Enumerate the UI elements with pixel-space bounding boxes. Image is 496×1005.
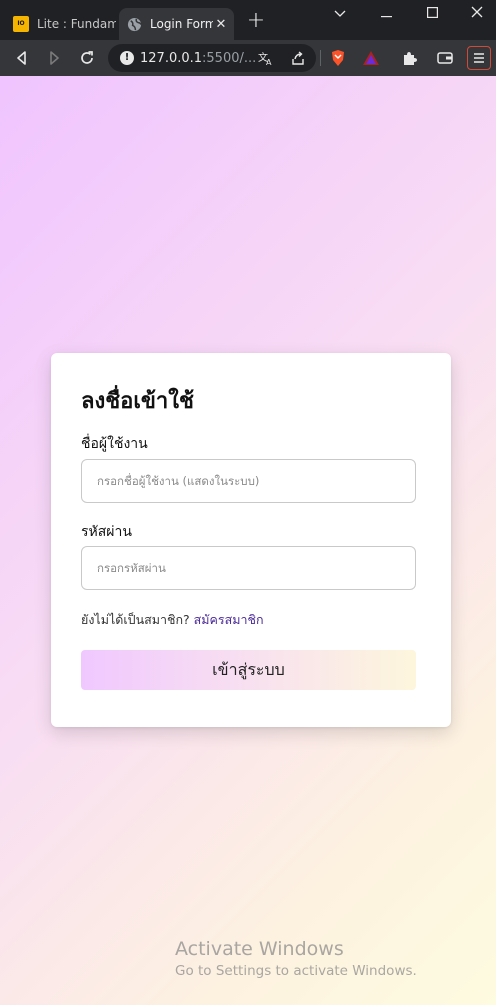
- tab-title: Lite : Fundame: [37, 17, 116, 31]
- forward-icon[interactable]: [42, 46, 66, 70]
- menu-icon[interactable]: [467, 46, 491, 70]
- globe-icon: [126, 16, 142, 32]
- toolbar-divider: [320, 50, 321, 66]
- address-bar[interactable]: ! 127.0.0.1:5500/...: [108, 44, 316, 72]
- svg-text:A: A: [266, 58, 272, 66]
- login-card: ลงชื่อเข้าใช้ ชื่อผู้ใช้งาน รหัสผ่าน ยัง…: [51, 353, 451, 727]
- login-submit-button[interactable]: เข้าสู่ระบบ: [81, 650, 416, 690]
- signup-row: ยังไม่ได้เป็นสมาชิก? สมัครสมาชิก: [81, 610, 264, 630]
- watermark-title: Activate Windows: [175, 938, 344, 960]
- site-logo-icon: IO: [13, 16, 29, 32]
- back-icon[interactable]: [10, 46, 34, 70]
- browser-toolbar: ! 127.0.0.1:5500/... 文A: [0, 40, 496, 76]
- signup-prompt: ยังไม่ได้เป็นสมาชิก?: [81, 612, 190, 627]
- maximize-icon[interactable]: [418, 4, 446, 26]
- new-tab-button[interactable]: +: [246, 10, 266, 32]
- browser-titlebar: IO Lite : Fundame Login Form ✕ +: [0, 0, 496, 40]
- translate-icon[interactable]: 文A: [254, 46, 278, 70]
- brave-rewards-icon[interactable]: [359, 46, 383, 70]
- password-label: รหัสผ่าน: [81, 524, 132, 540]
- login-title: ลงชื่อเข้าใช้: [81, 389, 194, 414]
- username-label: ชื่อผู้ใช้งาน: [81, 436, 148, 452]
- password-input[interactable]: [81, 546, 416, 590]
- signup-link[interactable]: สมัครสมาชิก: [194, 612, 264, 627]
- tab-inactive[interactable]: IO Lite : Fundame: [6, 8, 116, 40]
- tab-title: Login Form: [150, 17, 213, 31]
- brave-shield-icon[interactable]: [326, 46, 350, 70]
- page-viewport: ลงชื่อเข้าใช้ ชื่อผู้ใช้งาน รหัสผ่าน ยัง…: [0, 76, 496, 1005]
- extensions-icon[interactable]: [398, 46, 422, 70]
- activate-windows-watermark: Activate Windows Go to Settings to activ…: [175, 938, 417, 979]
- watermark-subtitle: Go to Settings to activate Windows.: [175, 963, 417, 979]
- tab-search-chevron-icon[interactable]: [326, 4, 354, 26]
- close-tab-icon[interactable]: ✕: [213, 17, 229, 32]
- minimize-icon[interactable]: [372, 4, 400, 26]
- tab-active[interactable]: Login Form ✕: [119, 8, 234, 40]
- username-input[interactable]: [81, 459, 416, 503]
- wallet-icon[interactable]: [433, 46, 457, 70]
- reload-icon[interactable]: [75, 46, 99, 70]
- address-text: 127.0.0.1:5500/...: [140, 50, 257, 66]
- info-icon[interactable]: !: [120, 51, 134, 65]
- share-icon[interactable]: [286, 46, 310, 70]
- close-window-icon[interactable]: [463, 4, 491, 26]
